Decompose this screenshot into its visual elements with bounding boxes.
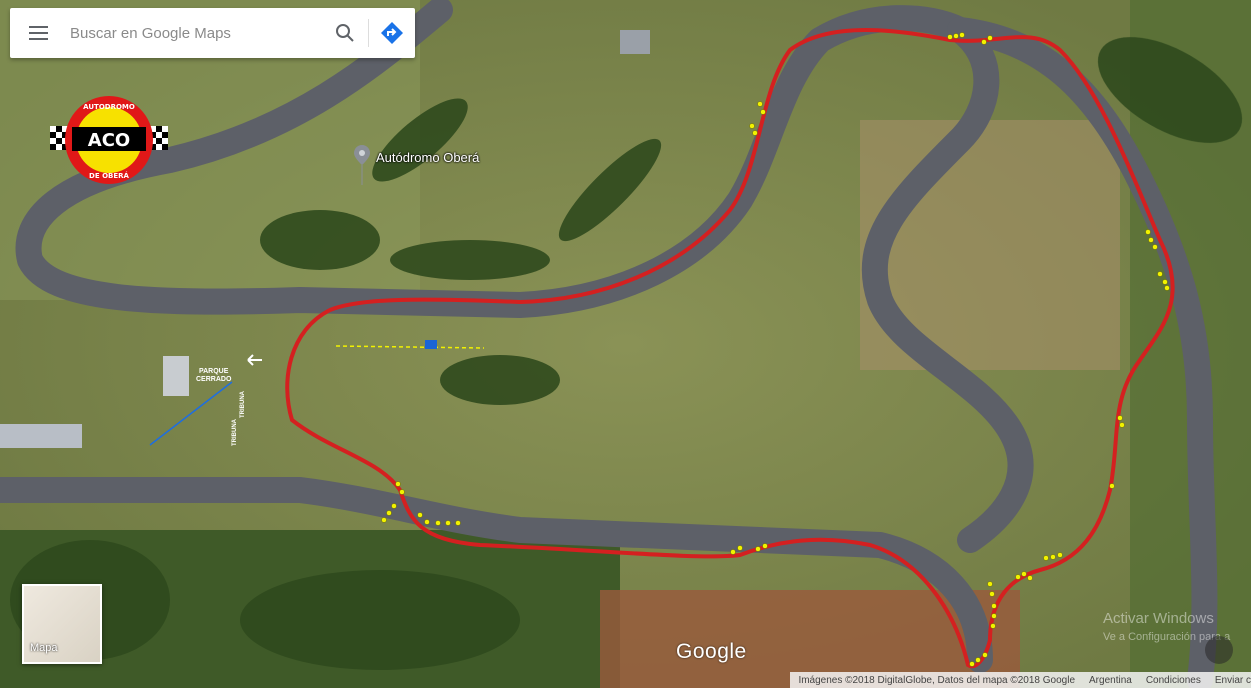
compass-icon[interactable] <box>1205 636 1233 664</box>
feedback-link[interactable]: Enviar c <box>1215 675 1251 686</box>
svg-text:ACO: ACO <box>88 130 130 151</box>
menu-icon[interactable] <box>10 8 66 58</box>
search-button[interactable] <box>322 8 368 58</box>
tribuna-label: TRIBUNA <box>232 419 238 446</box>
layer-toggle-label: Mapa <box>30 642 58 654</box>
tribuna-label: TRIBUNA <box>240 391 246 418</box>
aco-logo: ACO AUTODROMO DE OBERÁ <box>50 96 168 184</box>
directions-button[interactable] <box>369 8 415 58</box>
place-label[interactable]: Autódromo Oberá <box>376 150 479 165</box>
svg-text:AUTODROMO: AUTODROMO <box>83 103 135 111</box>
svg-text:DE OBERÁ: DE OBERÁ <box>89 171 129 180</box>
place-pin-icon[interactable] <box>354 145 370 185</box>
parque-cerrado-label: PARQUE CERRADO <box>196 368 231 384</box>
country-label: Argentina <box>1089 674 1132 686</box>
layer-toggle-button[interactable]: Mapa <box>22 584 102 664</box>
watermark-line1: Activar Windows <box>1103 610 1214 627</box>
map-footer: Imágenes ©2018 DigitalGlobe, Datos del m… <box>790 672 1251 688</box>
satellite-map[interactable] <box>0 0 1251 688</box>
terms-link[interactable]: Condiciones <box>1146 675 1201 686</box>
imagery-attribution: Imágenes ©2018 DigitalGlobe, Datos del m… <box>798 674 1076 686</box>
blue-marker <box>425 340 437 349</box>
directions-icon <box>381 22 403 44</box>
parque-line2: CERRADO <box>196 376 232 383</box>
parque-line1: PARQUE <box>198 368 229 375</box>
search-input[interactable] <box>66 24 322 42</box>
google-logo: Google <box>676 640 747 663</box>
search-icon <box>336 24 354 42</box>
search-box <box>10 8 415 58</box>
